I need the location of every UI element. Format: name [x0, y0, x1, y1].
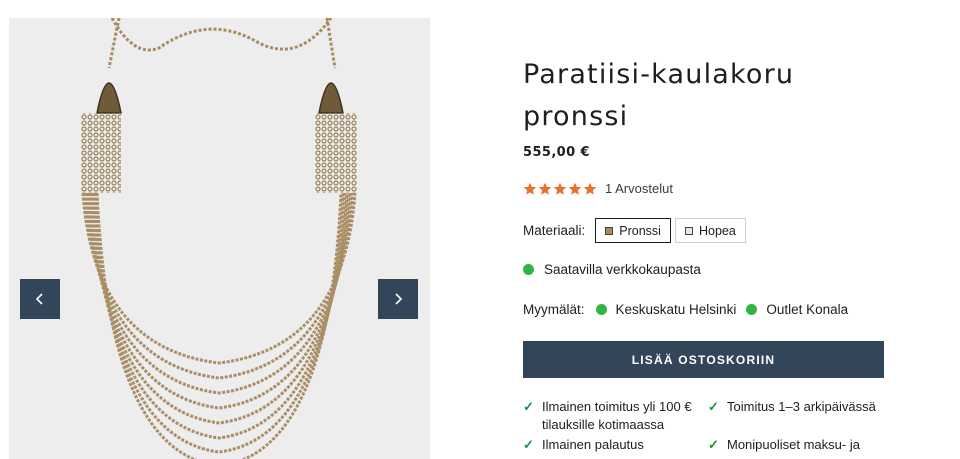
in-stock-dot-icon — [746, 304, 758, 315]
benefit-item: ✓ Monipuoliset maksu- ja — [708, 436, 888, 454]
product-title: Paratiisi-kaulakoru pronssi — [523, 59, 795, 132]
gallery-prev-button[interactable] — [20, 279, 60, 319]
add-to-cart-button[interactable]: LISÄÄ OSTOSKORIIN — [523, 341, 884, 378]
product-rating[interactable]: 1 Arvostelut — [523, 181, 673, 196]
material-label: Materiaali: — [523, 223, 586, 238]
benefit-item: ✓ Ilmainen palautus — [523, 436, 708, 454]
availability-text: Saatavilla verkkokaupasta — [544, 262, 701, 277]
in-stock-dot-icon — [523, 264, 534, 275]
product-image-gallery — [9, 18, 430, 459]
benefit-text: Ilmainen toimitus yli 100 € tilauksille … — [542, 399, 692, 432]
product-price: 555,00 € — [523, 145, 590, 160]
reviews-count-link[interactable]: 1 Arvostelut — [605, 181, 673, 196]
chevron-right-icon — [395, 293, 403, 305]
check-icon: ✓ — [523, 399, 534, 414]
gallery-next-button[interactable] — [378, 279, 418, 319]
benefit-item: ✓ Ilmainen toimitus yli 100 € tilauksill… — [523, 398, 708, 434]
check-icon: ✓ — [708, 399, 719, 414]
benefit-item: ✓ Toimitus 1–3 arkipäivässä — [708, 398, 888, 434]
benefit-text: Toimitus 1–3 arkipäivässä — [727, 399, 876, 414]
stores-label: Myymälät: — [523, 302, 585, 317]
check-icon: ✓ — [708, 437, 719, 452]
star-icon — [553, 182, 567, 195]
rating-stars — [523, 182, 597, 196]
silver-swatch-icon — [684, 226, 693, 235]
store-keskuskatu: Keskuskatu Helsinki — [615, 302, 737, 317]
material-option-label: Pronssi — [619, 223, 661, 238]
benefit-text: Monipuoliset maksu- ja — [727, 437, 860, 452]
store-availability: Myymälät: Keskuskatu Helsinki Outlet Kon… — [523, 302, 858, 317]
necklace-product-image — [81, 18, 357, 459]
material-option-pronssi[interactable]: Pronssi — [595, 218, 671, 243]
material-option-hopea[interactable]: Hopea — [674, 218, 746, 243]
material-selector: Materiaali: Pronssi Hopea — [523, 218, 750, 243]
chevron-left-icon — [35, 293, 43, 305]
store-outlet-konala: Outlet Konala — [766, 302, 849, 317]
bronze-swatch-icon — [605, 226, 614, 235]
benefit-text: Ilmainen palautus — [542, 437, 644, 452]
star-icon — [568, 182, 582, 195]
in-stock-dot-icon — [595, 304, 607, 315]
check-icon: ✓ — [523, 437, 534, 452]
star-icon — [523, 182, 537, 195]
online-availability: Saatavilla verkkokaupasta — [523, 262, 701, 277]
star-icon — [583, 182, 597, 195]
benefits-list: ✓ Ilmainen toimitus yli 100 € tilauksill… — [523, 398, 903, 454]
material-option-label: Hopea — [698, 223, 736, 238]
star-icon — [538, 182, 552, 195]
